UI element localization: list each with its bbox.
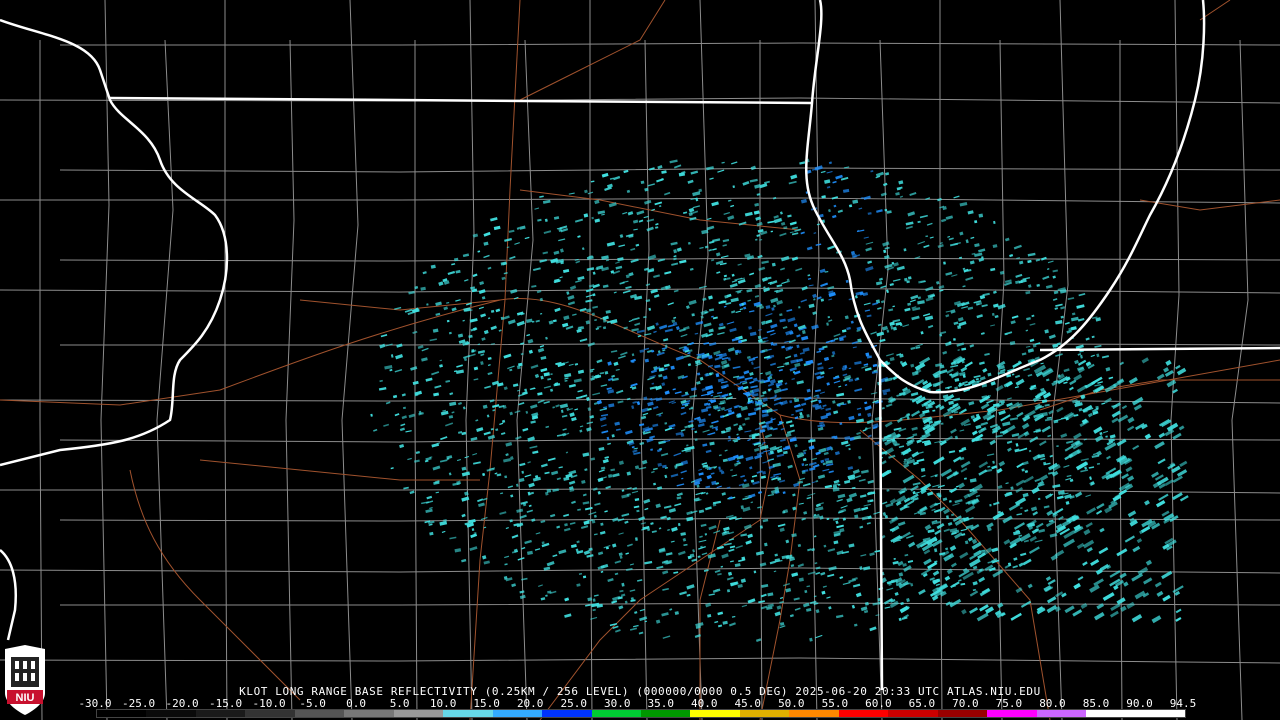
niu-castle-logo-icon: NIU (5, 645, 45, 715)
legend-color-swatch (294, 710, 345, 717)
legend-color-swatch (195, 710, 246, 717)
legend-color-swatch (245, 710, 295, 717)
legend-color-swatch (838, 710, 889, 717)
legend-color-swatch (987, 710, 1037, 717)
county-borders (0, 0, 1280, 720)
legend-color-swatch (492, 710, 543, 717)
legend-color-swatch (97, 710, 147, 717)
legend-color-swatch (443, 710, 493, 717)
legend-color-swatch (1135, 710, 1185, 717)
highway-lines (0, 0, 1280, 720)
legend-color-swatch (393, 710, 444, 717)
legend-color-swatch (1036, 710, 1087, 717)
legend-color-swatch (344, 710, 394, 717)
legend-color-swatch (146, 710, 196, 717)
legend-color-swatch (739, 710, 790, 717)
legend-color-swatch (937, 710, 988, 717)
legend-color-bar (96, 709, 1186, 718)
legend-color-swatch (789, 710, 839, 717)
legend-color-swatch (542, 710, 592, 717)
radar-display: NIU KLOT LONG RANGE BASE REFLECTIVITY (0… (0, 0, 1280, 720)
legend-color-swatch (690, 710, 740, 717)
radar-map (0, 0, 1280, 720)
legend-color-swatch (1086, 710, 1136, 717)
legend-color-swatch (591, 710, 641, 717)
legend-labels: -30.0 -25.0 -20.0 -15.0 -10.0 -5.0 0.0 5.0 10.0 1… (78, 697, 1196, 710)
legend-color-swatch (888, 710, 938, 717)
radar-site-marker (736, 394, 748, 406)
legend-color-swatch (640, 710, 691, 717)
